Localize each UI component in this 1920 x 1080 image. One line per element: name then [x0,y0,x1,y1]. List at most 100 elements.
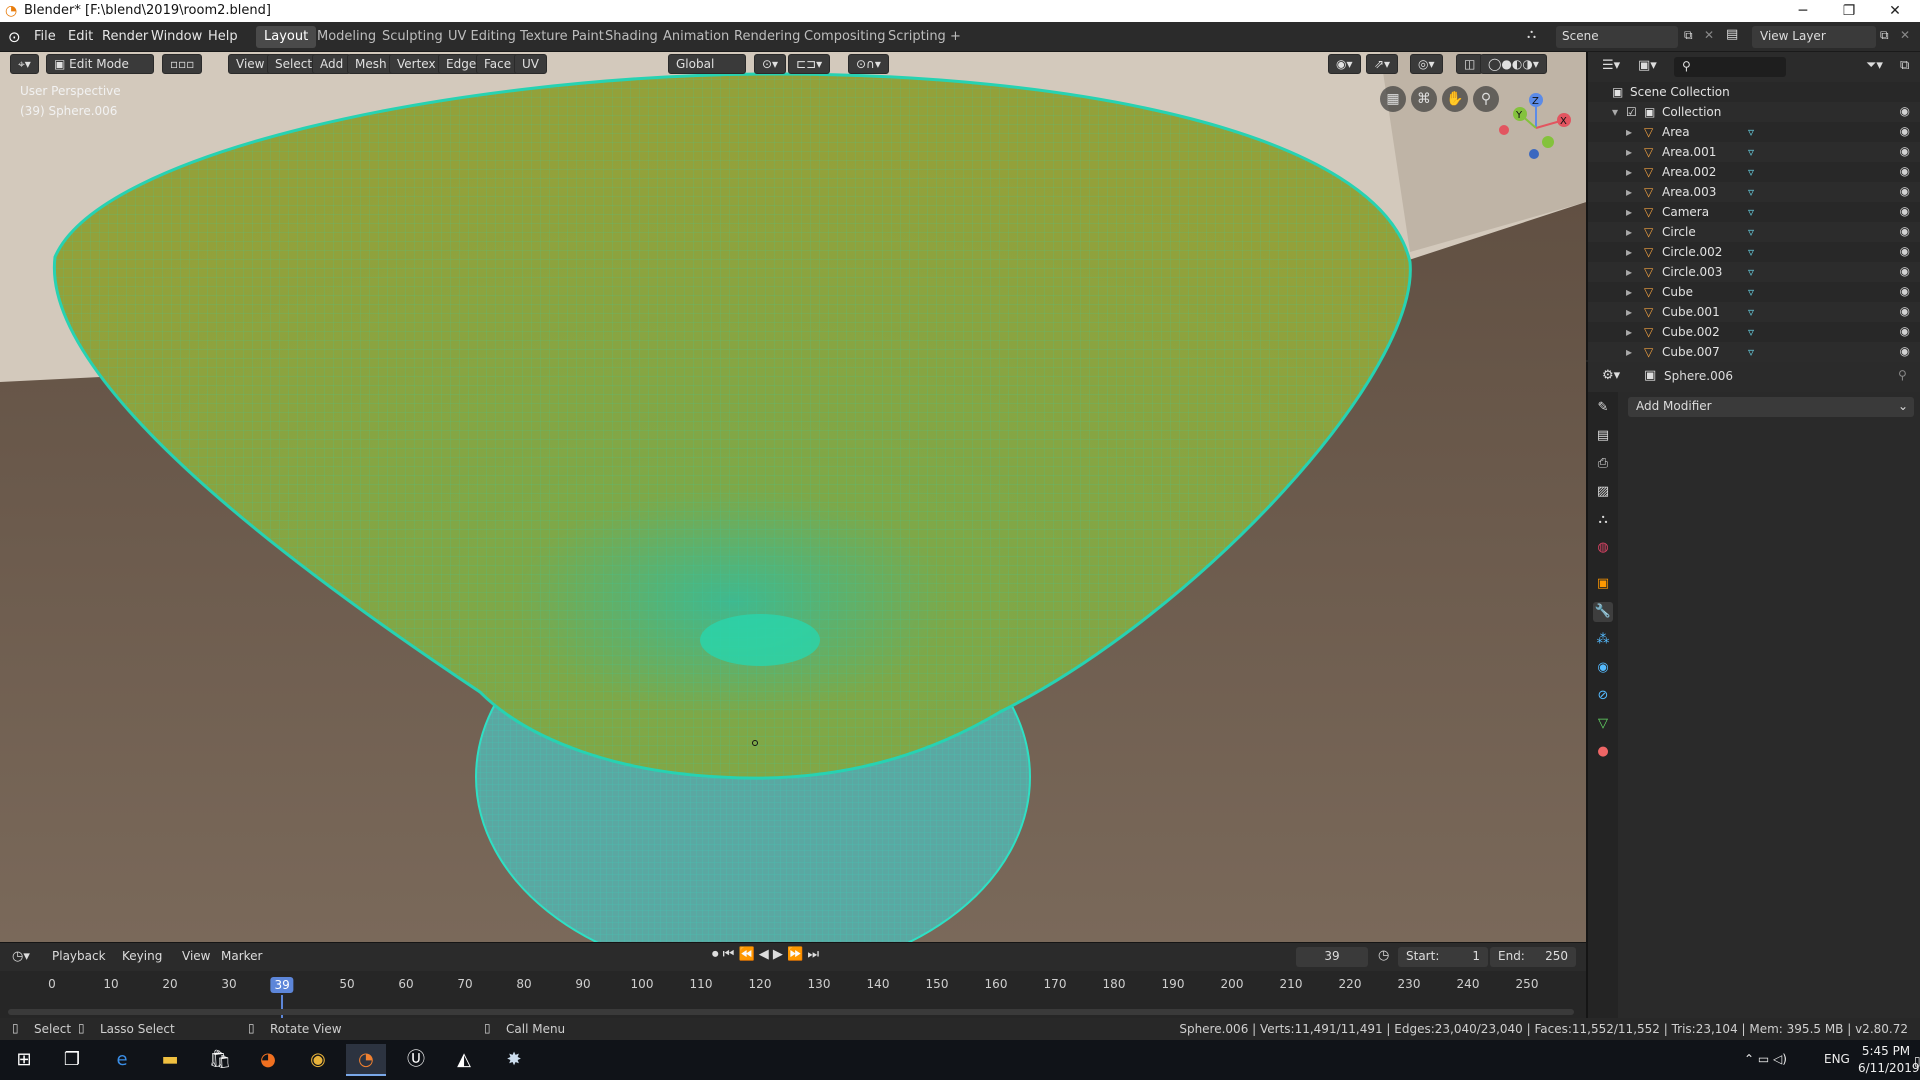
select-mode-buttons[interactable]: ▫▫▫ [162,54,203,74]
tool-tab-icon[interactable]: ✎ [1593,398,1613,418]
outliner-item[interactable]: ▸ ▽ Cube.007 ▿ ◉ [1588,342,1920,362]
tab-modeling[interactable]: Modeling [309,26,384,48]
new-scene-icon[interactable]: ⧉ [1684,28,1693,43]
unreal-engine-icon[interactable]: Ⓤ [396,1044,436,1076]
overlays-icon[interactable]: ◎▾ [1410,54,1443,74]
outliner-editor-icon[interactable]: ☰▾ [1602,58,1620,73]
constraints-tab-icon[interactable]: ⊘ [1593,686,1613,706]
outliner-item[interactable]: ▸ ▽ Area ▿ ◉ [1588,122,1920,142]
timeline-menu-playback[interactable]: Playback [52,949,106,963]
scene-selector[interactable]: Scene [1556,26,1678,48]
expand-arrow-icon[interactable]: ▸ [1626,285,1632,299]
timeline-menu-keying[interactable]: Keying [122,949,162,963]
eye-icon[interactable]: ◉ [1900,304,1910,318]
close-button[interactable]: ✕ [1872,0,1918,22]
3d-viewport[interactable]: ⌖▾ ▣ Edit Mode ▫▫▫ View Select Add Mesh … [0,52,1586,942]
add-workspace-button[interactable]: + [942,26,969,48]
eye-icon[interactable]: ◉ [1900,204,1910,218]
task-view-icon[interactable]: ❐ [52,1044,92,1076]
filter-icon[interactable]: ⏷▾ [1866,58,1883,73]
eye-icon[interactable]: ◉ [1900,244,1910,258]
outliner-item[interactable]: ▸ ▽ Circle ▿ ◉ [1588,222,1920,242]
material-tab-icon[interactable]: ● [1593,742,1613,762]
modifier-tab-icon[interactable]: 🔧 [1593,602,1613,622]
eye-icon[interactable]: ◉ [1900,264,1910,278]
expand-arrow-icon[interactable]: ▸ [1626,265,1632,279]
eye-icon[interactable]: ◉ [1900,344,1910,358]
add-modifier-dropdown[interactable]: Add Modifier ⌄ [1628,397,1914,417]
expand-arrow-icon[interactable]: ▸ [1626,165,1632,179]
eye-icon[interactable]: ◉ [1900,284,1910,298]
tab-animation[interactable]: Animation [655,26,737,48]
start-button-icon[interactable]: ⊞ [4,1044,44,1076]
object-tab-icon[interactable]: ▣ [1593,574,1613,594]
app-icon[interactable]: ✸ [494,1044,534,1076]
toggle-camera-icon[interactable]: ▦ [1380,86,1406,112]
eye-icon[interactable]: ◉ [1900,124,1910,138]
display-mode-icon[interactable]: ▣▾ [1638,58,1657,73]
mode-selector[interactable]: ▣ Edit Mode [46,54,154,74]
expand-arrow-icon[interactable]: ▸ [1626,305,1632,319]
expand-arrow-icon[interactable]: ▸ [1626,245,1632,259]
end-frame-field[interactable]: End: 250 [1490,947,1576,967]
outliner-item[interactable]: ▸ ▽ Cube ▿ ◉ [1588,282,1920,302]
tray-icons[interactable]: ⌃ ▭ ◁) [1744,1052,1787,1066]
unity-icon[interactable]: ◭ [444,1044,484,1076]
viewport-menu-view[interactable]: View [228,54,273,74]
eye-icon[interactable]: ◉ [1900,184,1910,198]
properties-editor-icon[interactable]: ⚙▾ [1602,368,1620,383]
file-explorer-icon[interactable]: ▬ [150,1044,190,1076]
expand-arrow-icon[interactable]: ▸ [1626,345,1632,359]
outliner-item[interactable]: ▸ ▽ Camera ▿ ◉ [1588,202,1920,222]
menu-window[interactable]: Window [151,29,202,44]
visibility-icon[interactable]: ◉▾ [1328,54,1361,74]
expand-arrow-icon[interactable]: ▸ [1626,225,1632,239]
eye-icon[interactable]: ◉ [1900,144,1910,158]
clock-date[interactable]: 6/11/2019 [1858,1061,1920,1075]
eye-icon[interactable]: ◉ [1900,224,1910,238]
outliner-row-collection[interactable]: ▾ ☑ ▣ Collection ◉ [1588,102,1920,122]
pivot-icon[interactable]: ⊙▾ [754,54,787,74]
timeline-menu-marker[interactable]: Marker [221,949,262,963]
current-frame-field[interactable]: 39 [1296,947,1368,967]
world-tab-icon[interactable]: ◍ [1593,538,1613,558]
snap-icon[interactable]: ⊏⊐▾ [788,54,831,74]
current-frame-marker[interactable]: 39 [270,977,294,993]
expand-arrow-icon[interactable]: ▸ [1626,185,1632,199]
expand-arrow-icon[interactable]: ▸ [1626,145,1632,159]
store-icon[interactable]: 🛍 [200,1044,240,1076]
output-tab-icon[interactable]: ⎙ [1593,454,1613,474]
pan-hand-icon[interactable]: ✋ [1442,86,1468,112]
eye-icon[interactable]: ◉ [1900,104,1910,118]
edge-browser-icon[interactable]: e [102,1044,142,1076]
shading-modes-icon[interactable]: ◯●◐◑▾ [1480,54,1547,74]
physics-tab-icon[interactable]: ◉ [1593,658,1613,678]
expand-arrow-icon[interactable]: ▾ [1612,105,1618,119]
viewport-menu-face[interactable]: Face [476,54,520,74]
minimize-button[interactable]: ─ [1780,0,1826,22]
clock-icon[interactable]: ◷ [1378,948,1389,963]
outliner-item[interactable]: ▸ ▽ Area.002 ▿ ◉ [1588,162,1920,182]
view-layer-selector[interactable]: View Layer [1752,26,1876,48]
tab-layout[interactable]: Layout [256,26,317,48]
tab-compositing[interactable]: Compositing [796,26,894,48]
menu-render[interactable]: Render [102,29,148,44]
timeline-editor-icon[interactable]: ◷▾ [12,949,30,964]
chrome-icon[interactable]: ◉ [298,1044,338,1076]
editor-type-icon[interactable]: ⌖▾ [10,54,39,74]
firefox-icon[interactable]: ◕ [248,1044,288,1076]
menu-file[interactable]: File [34,29,56,44]
delete-scene-icon[interactable]: ✕ [1704,28,1714,42]
eye-icon[interactable]: ◉ [1900,164,1910,178]
viewport-menu-add[interactable]: Add [312,54,352,74]
blender-menu-icon[interactable]: ⊙ [8,28,21,46]
camera-view-icon[interactable]: ⌘ [1411,86,1437,112]
checkbox-icon[interactable]: ☑ [1626,105,1637,119]
playback-controls[interactable]: ⏺ ⏮ ⏪ ◀ ▶ ⏩ ⏭ [712,947,819,962]
outliner-item[interactable]: ▸ ▽ Circle.002 ▿ ◉ [1588,242,1920,262]
proportional-edit-icon[interactable]: ⊙∩▾ [848,54,889,74]
expand-arrow-icon[interactable]: ▸ [1626,325,1632,339]
start-frame-field[interactable]: Start: 1 [1398,947,1488,967]
navigation-gizmo[interactable]: Z X Y [1498,88,1576,166]
restore-button[interactable]: ❐ [1826,0,1872,22]
